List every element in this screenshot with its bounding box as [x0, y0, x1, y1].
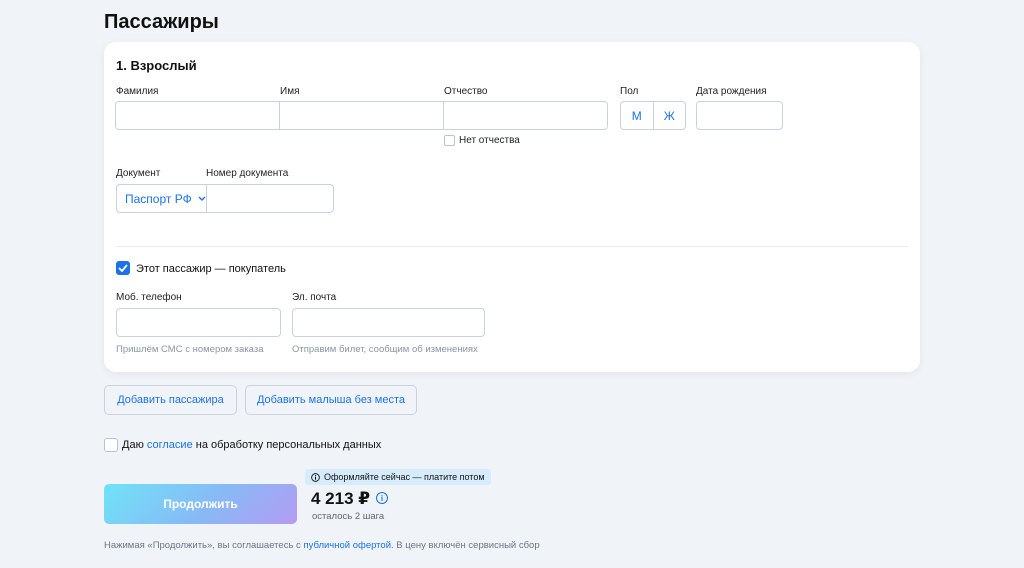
public-offer-link[interactable]: публичной офертой [303, 540, 391, 551]
section-divider [116, 246, 908, 247]
steps-left: осталось 2 шага [312, 511, 385, 522]
add-infant-button[interactable]: Добавить малыша без места [245, 385, 417, 415]
gender-label: Пол [620, 86, 639, 97]
gender-toggle: М Ж [620, 101, 686, 130]
total-price: 4 213 ₽ [311, 489, 371, 508]
patronymic-label: Отчество [444, 86, 488, 97]
document-type-value: Паспорт РФ [125, 191, 192, 206]
email-input[interactable] [292, 308, 485, 337]
continue-button[interactable]: Продолжить [104, 484, 297, 524]
checkmark-icon [118, 264, 128, 272]
first-name-label: Имя [280, 86, 300, 97]
passenger-card: 1. Взрослый Фамилия Имя Отчество Пол Дат… [104, 42, 920, 372]
add-passenger-button[interactable]: Добавить пассажира [104, 385, 237, 415]
last-name-label: Фамилия [116, 86, 159, 97]
consent-prefix: Даю [122, 439, 147, 451]
phone-hint: Пришлём СМС с номером заказа [116, 344, 264, 355]
footer-suffix: . В цену включён сервисный сбор [391, 540, 540, 551]
no-patronymic-label: Нет отчества [459, 135, 520, 146]
no-patronymic-checkbox[interactable] [444, 135, 455, 146]
birth-date-input[interactable] [696, 101, 783, 130]
buyer-label: Этот пассажир — покупатель [136, 263, 286, 275]
consent-link[interactable]: согласие [147, 439, 193, 451]
document-type-select[interactable]: Паспорт РФ [116, 184, 206, 213]
chevron-down-icon [198, 196, 206, 201]
bnpl-text: Оформляйте сейчас — платите потом [324, 472, 485, 482]
footer-prefix: Нажимая «Продолжить», вы соглашаетесь с [104, 540, 304, 551]
info-circle-icon [311, 472, 320, 482]
consent-suffix: на обработку персональных данных [192, 439, 382, 451]
last-name-input[interactable] [115, 101, 280, 130]
phone-input[interactable] [116, 308, 281, 337]
page-title: Пассажиры [104, 11, 219, 33]
first-name-input[interactable] [279, 101, 444, 130]
document-label: Документ [116, 168, 161, 179]
price-info-icon[interactable]: i [376, 492, 388, 504]
email-label: Эл. почта [292, 292, 337, 303]
gender-male-button[interactable]: М [621, 102, 653, 129]
email-hint: Отправим билет, сообщим об изменениях [292, 344, 478, 355]
buyer-checkbox[interactable] [116, 261, 130, 275]
patronymic-input[interactable] [443, 101, 608, 130]
footer-note: Нажимая «Продолжить», вы соглашаетесь с … [104, 540, 540, 551]
consent-checkbox[interactable] [104, 438, 118, 452]
gender-female-button[interactable]: Ж [652, 102, 686, 129]
bnpl-badge: Оформляйте сейчас — платите потом [305, 469, 491, 485]
consent-text: Даю согласие на обработку персональных д… [122, 439, 381, 451]
birth-date-label: Дата рождения [696, 86, 767, 97]
phone-label: Моб. телефон [116, 292, 182, 303]
passenger-title: 1. Взрослый [116, 58, 197, 73]
document-number-label: Номер документа [206, 168, 289, 179]
document-number-input[interactable] [206, 184, 334, 213]
